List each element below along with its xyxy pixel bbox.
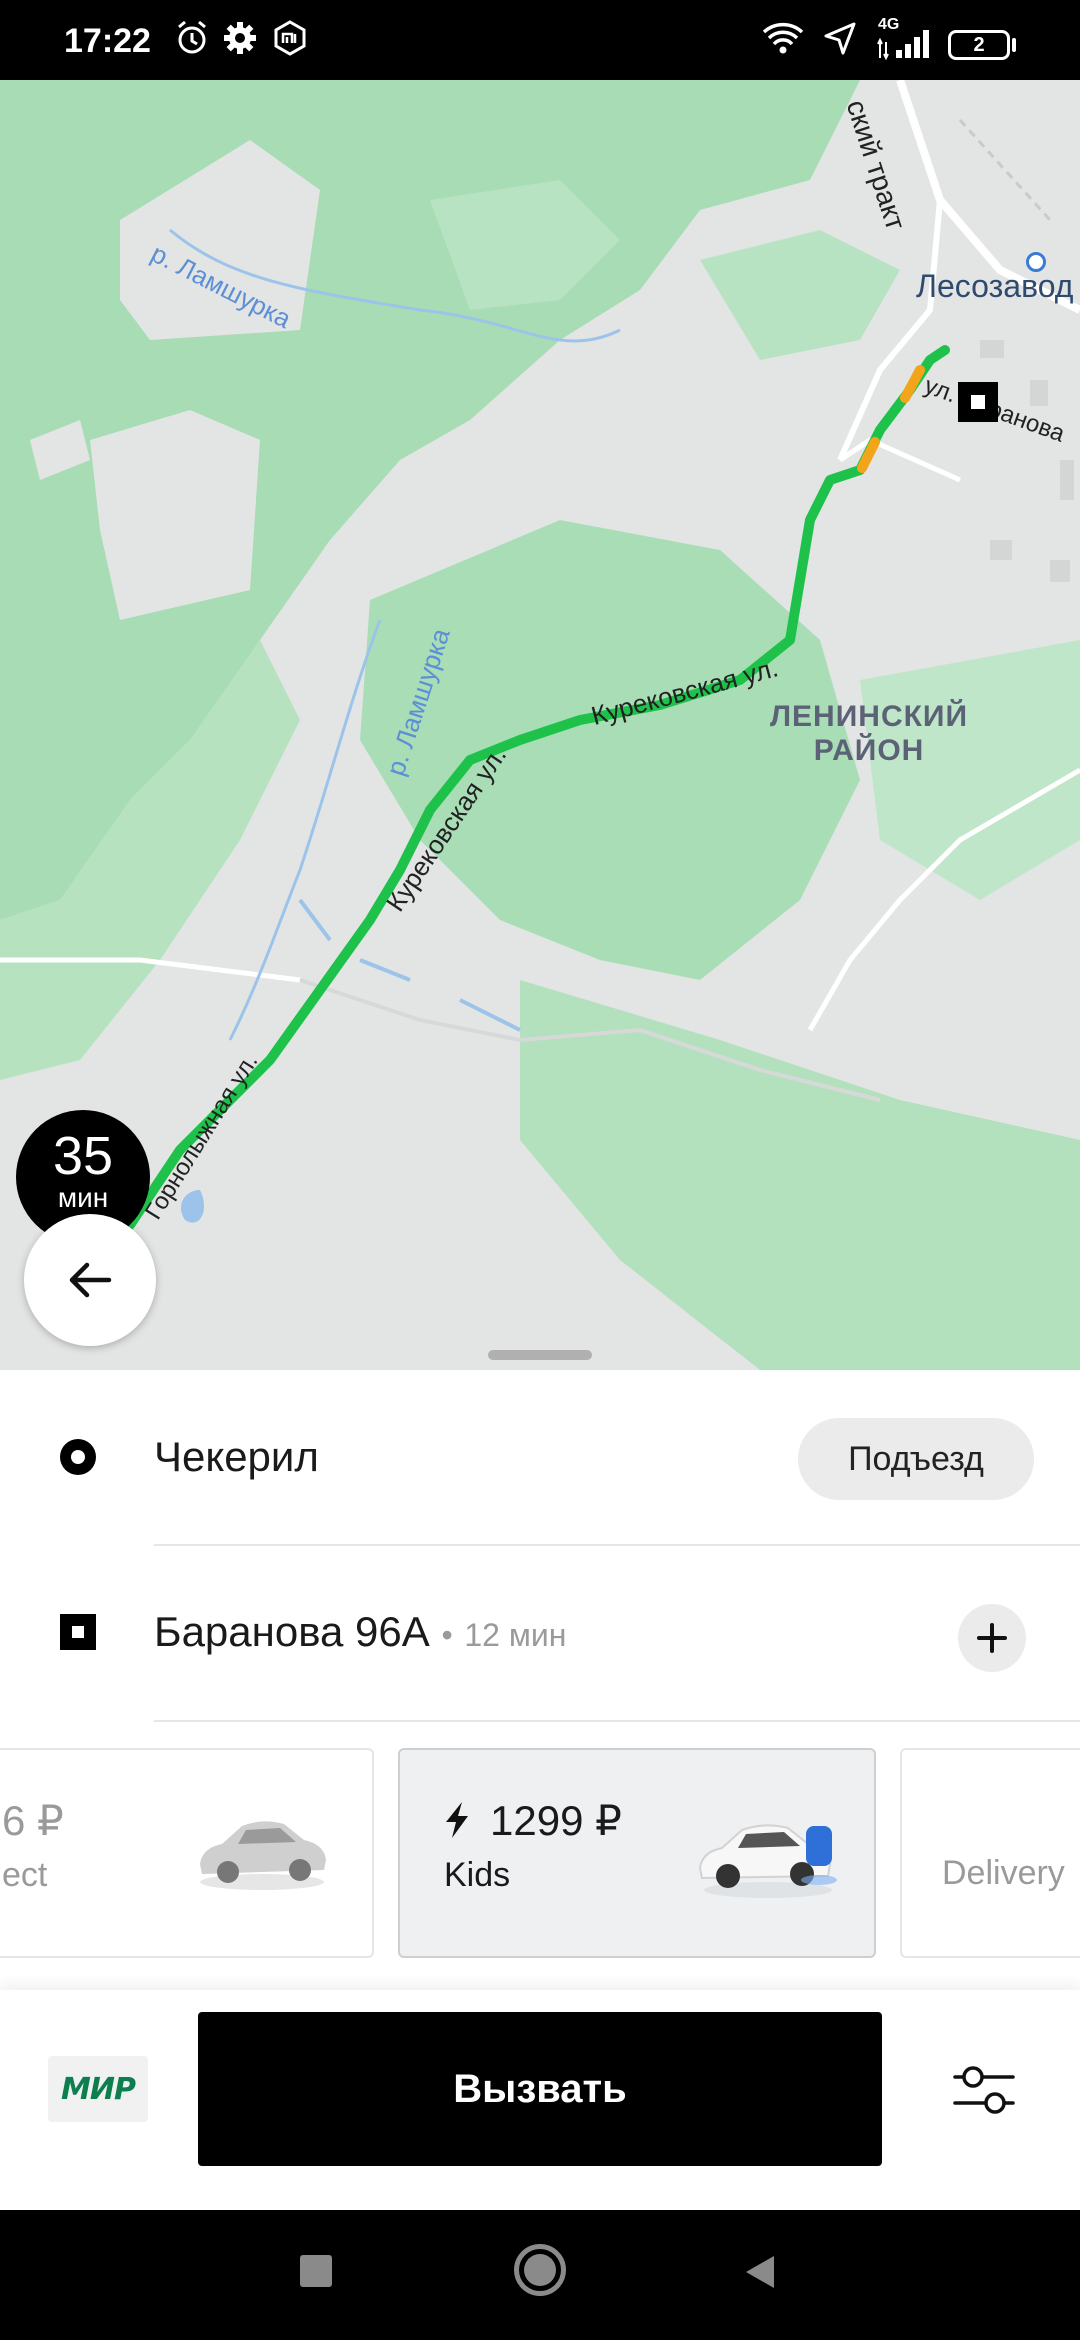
arrow-left-icon xyxy=(69,1262,112,1298)
district-label-line1: ЛЕНИНСКИЙ xyxy=(770,700,969,733)
place-marker-icon xyxy=(1026,252,1046,272)
destination-duration: 12 мин xyxy=(464,1617,567,1653)
status-time: 17:22 xyxy=(64,22,151,60)
back-nav-button[interactable] xyxy=(740,2252,780,2292)
sliders-icon xyxy=(953,2066,1015,2114)
child-seat-car-icon xyxy=(698,1824,837,1898)
sheet-drag-handle[interactable] xyxy=(488,1350,592,1360)
tariff-card-kids[interactable]: 1299 ₽ Kids xyxy=(398,1748,876,1958)
mi-icon xyxy=(274,20,306,56)
system-nav-bar xyxy=(0,2210,1080,2340)
lightning-icon xyxy=(446,1802,468,1838)
tariff-price: 1299 ₽ xyxy=(490,1797,622,1844)
destination-row[interactable]: Баранова 96А • 12 мин xyxy=(0,1546,1080,1720)
battery-tip xyxy=(1012,38,1016,52)
gear-icon xyxy=(224,22,256,54)
battery-level: 2 xyxy=(973,34,985,56)
district-label-line2: РАЙОН xyxy=(813,734,925,767)
destination-text[interactable]: Баранова 96А • 12 мин xyxy=(154,1608,566,1656)
payment-method-label: МИР xyxy=(61,2071,136,2107)
eta-value: 35 xyxy=(52,1126,114,1186)
entrance-button-label: Подъезд xyxy=(848,1439,984,1478)
destination-point-icon xyxy=(60,1614,96,1650)
alarm-icon xyxy=(178,20,206,54)
home-button-inner xyxy=(524,2254,556,2286)
route-divider-2 xyxy=(154,1720,1080,1722)
wifi-icon xyxy=(762,22,804,54)
signal-icon xyxy=(877,30,929,61)
order-bar: МИР Вызвать xyxy=(0,1990,1080,2210)
tariff-name: Kids xyxy=(444,1856,511,1894)
status-bar: 17:22 4G 2 xyxy=(0,0,1080,80)
map-view[interactable]: р. Ламшурка р. Ламшурка ский тракт Лесоз… xyxy=(0,80,1080,1370)
back-button[interactable] xyxy=(24,1214,156,1346)
pickup-address[interactable]: Чекерил xyxy=(154,1433,319,1481)
tariff-card-prev[interactable]: 6 ₽ ect xyxy=(0,1748,374,1958)
payment-method-button[interactable]: МИР xyxy=(48,2056,148,2122)
destination-marker xyxy=(958,382,998,422)
place-name: Лесозавод xyxy=(916,268,1074,304)
car-icon xyxy=(200,1821,326,1890)
tariff-name: Delivery xyxy=(942,1854,1065,1892)
options-button[interactable] xyxy=(944,2050,1024,2130)
destination-address: Баранова 96А xyxy=(154,1608,430,1655)
destination-marker-inner xyxy=(971,395,985,409)
district-label: ЛЕНИНСКИЙ РАЙОН xyxy=(770,700,968,768)
place-label-lesozavod: Лесозавод xyxy=(916,252,1074,305)
plus-icon xyxy=(977,1623,1007,1653)
destination-separator: • xyxy=(441,1617,453,1653)
battery-icon: 2 xyxy=(948,30,1010,60)
eta-unit: мин xyxy=(57,1182,109,1213)
recents-button[interactable] xyxy=(300,2255,332,2287)
call-button[interactable]: Вызвать xyxy=(198,2012,882,2166)
add-stop-button[interactable] xyxy=(958,1604,1026,1672)
entrance-button[interactable]: Подъезд xyxy=(798,1418,1034,1500)
location-arrow-icon xyxy=(824,22,856,55)
tariff-carousel[interactable]: 6 ₽ ect 1299 ₽ Kids Delivery xyxy=(0,1748,1080,1962)
tariff-name: ect xyxy=(2,1856,48,1894)
tariff-card-next[interactable]: Delivery xyxy=(900,1748,1080,1958)
tariff-price: 6 ₽ xyxy=(2,1797,64,1844)
home-button[interactable] xyxy=(514,2244,566,2296)
call-button-label: Вызвать xyxy=(453,2066,627,2111)
pickup-point-icon xyxy=(60,1439,96,1475)
